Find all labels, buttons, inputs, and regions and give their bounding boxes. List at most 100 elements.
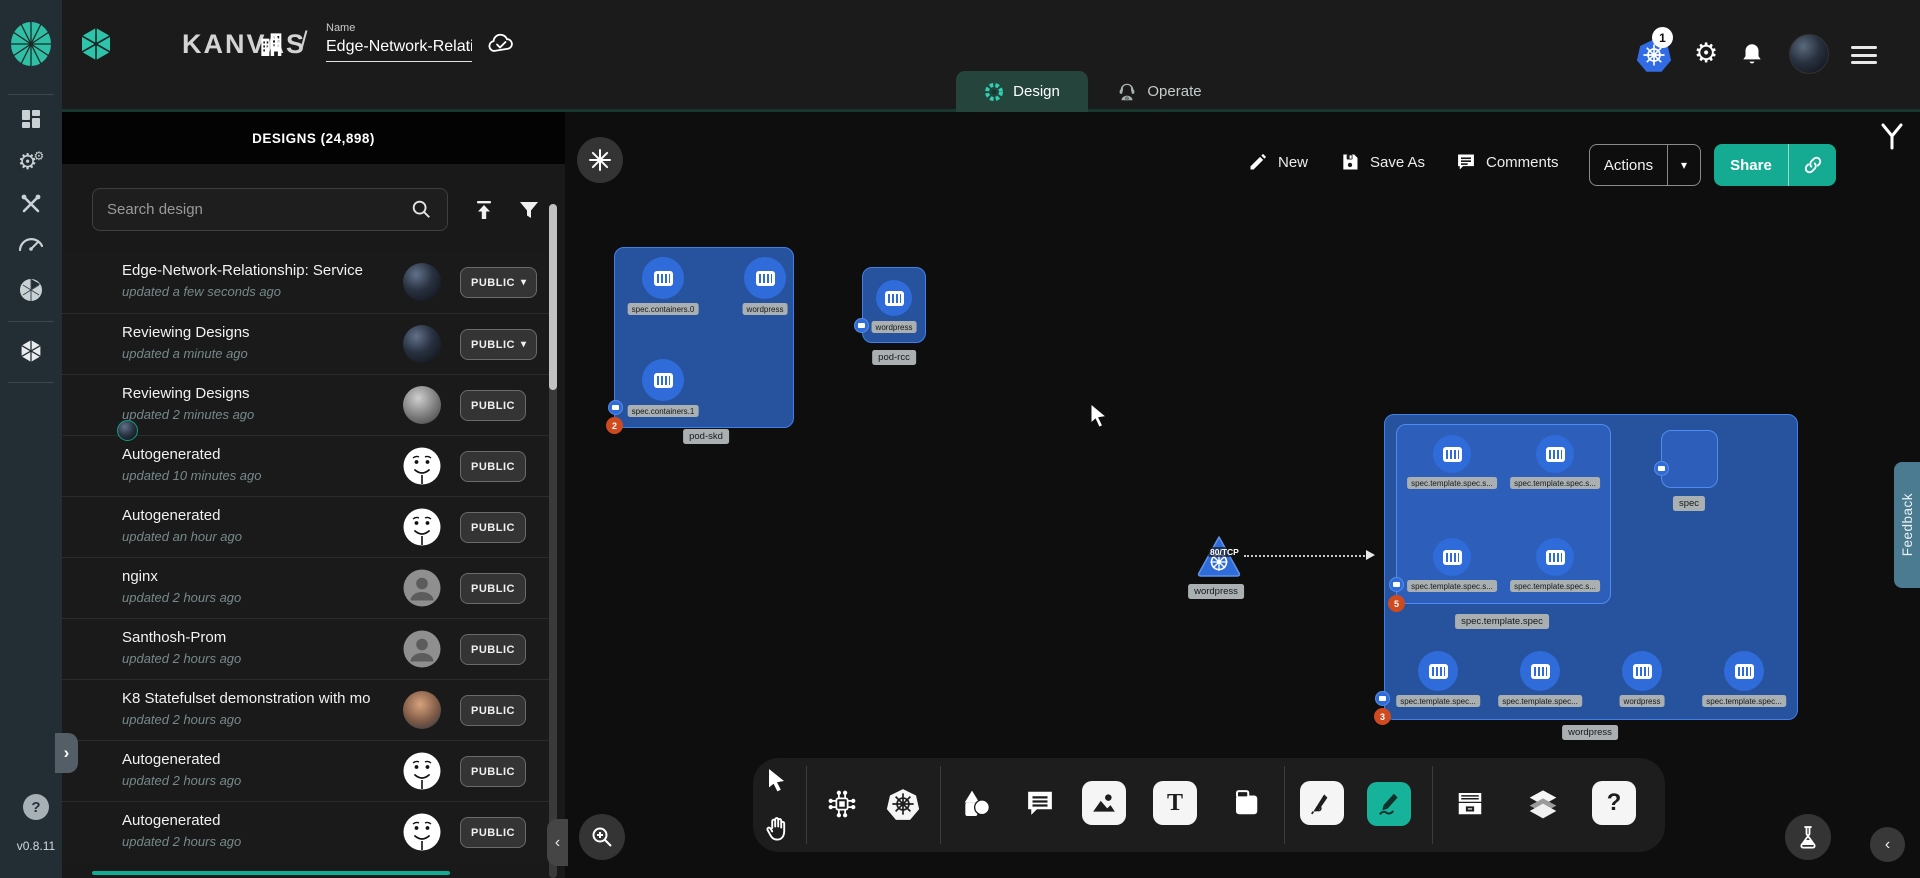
design-list-item[interactable]: Edge-Network-Relationship: Service updat… — [62, 252, 557, 313]
design-updated-timestamp: updated an hour ago — [122, 529, 242, 544]
design-visibility-badge[interactable]: PUBLIC — [460, 634, 526, 665]
scrollbar-thumb[interactable] — [549, 204, 557, 390]
freehand-draw-tool-active[interactable] — [1367, 782, 1411, 826]
visibility-label: PUBLIC — [471, 461, 515, 473]
design-list-item[interactable]: Santhosh-Prom updated 2 hours ago PUBLIC — [62, 618, 557, 679]
error-count-badge[interactable]: 2 — [606, 417, 623, 434]
design-visibility-badge[interactable]: PUBLIC ▾ — [460, 329, 537, 360]
sidebar-item-lifecycle[interactable]: ⚙⚙ — [18, 149, 44, 175]
service-label: wordpress — [1188, 584, 1244, 599]
tab-operate[interactable]: Operate — [1094, 71, 1224, 112]
layers-tool[interactable] — [1521, 781, 1565, 825]
node-pod-rcc[interactable]: wordpress — [862, 267, 926, 343]
design-visibility-badge[interactable]: PUBLIC — [460, 817, 526, 848]
select-tool[interactable] — [763, 766, 791, 796]
components-tool[interactable] — [820, 782, 864, 826]
container-node[interactable] — [1433, 538, 1471, 576]
organization-icon[interactable] — [256, 28, 288, 65]
sidebar-item-kanvas[interactable] — [18, 338, 44, 364]
design-list-item[interactable]: nginx updated 2 hours ago PUBLIC — [62, 557, 557, 618]
shapes-tool[interactable] — [954, 782, 998, 826]
save-as-button[interactable]: Save As — [1340, 152, 1425, 172]
design-list-item[interactable]: Autogenerated updated an hour ago PUBLIC — [62, 496, 557, 557]
design-visibility-badge[interactable]: PUBLIC — [460, 573, 526, 604]
sidebar-item-extensions[interactable] — [18, 277, 44, 303]
drawer-tool[interactable] — [1448, 781, 1492, 825]
container-node[interactable] — [1536, 435, 1574, 473]
container-node[interactable] — [1433, 435, 1471, 473]
container-node[interactable] — [1724, 651, 1764, 691]
feedback-label: Feedback — [1900, 493, 1915, 556]
actions-caret-icon[interactable]: ▾ — [1668, 158, 1700, 172]
container-node[interactable] — [1536, 538, 1574, 576]
zoom-button[interactable] — [579, 814, 625, 860]
dock-collapse-button[interactable]: ‹ — [1870, 827, 1905, 862]
tab-design[interactable]: Design — [956, 71, 1088, 112]
kubernetes-tool[interactable] — [881, 782, 925, 826]
feedback-button[interactable]: Feedback — [1894, 462, 1920, 588]
design-list-item[interactable]: Autogenerated updated 2 hours ago PUBLIC — [62, 740, 557, 801]
note-tool[interactable] — [1224, 781, 1268, 825]
meshery-kanvas-logo[interactable] — [9, 20, 53, 73]
container-node[interactable] — [1520, 651, 1560, 691]
node-service-wordpress[interactable] — [1195, 533, 1243, 584]
design-visibility-badge[interactable]: PUBLIC ▾ — [460, 267, 537, 298]
node-spec[interactable] — [1661, 430, 1718, 488]
help-tool[interactable]: ? — [1592, 781, 1636, 825]
design-visibility-badge[interactable]: PUBLIC — [460, 695, 526, 726]
validator-dock-button[interactable] — [1879, 122, 1905, 157]
text-tool[interactable]: T — [1153, 781, 1197, 825]
filter-button[interactable] — [516, 197, 542, 223]
import-design-button[interactable] — [471, 197, 497, 223]
comment-tool[interactable] — [1018, 781, 1062, 825]
node-spec-template-spec[interactable]: spec.template.spec.s... spec.template.sp… — [1396, 424, 1611, 604]
sidebar-item-dashboard[interactable] — [18, 106, 44, 132]
image-tool[interactable] — [1082, 781, 1126, 825]
design-visibility-badge[interactable]: PUBLIC — [460, 390, 526, 421]
visibility-label: PUBLIC — [471, 705, 515, 717]
visibility-label: PUBLIC — [471, 277, 515, 289]
design-list-item[interactable]: K8 Statefulset demonstration with mo upd… — [62, 679, 557, 740]
design-visibility-badge[interactable]: PUBLIC — [460, 512, 526, 543]
edge-draw-tool[interactable] — [1300, 781, 1344, 825]
copy-link-button[interactable] — [1789, 155, 1836, 175]
kubernetes-badge-icon — [1389, 577, 1404, 592]
error-count-badge[interactable]: 3 — [1374, 708, 1391, 725]
node-pod-skd[interactable]: spec.containers.0 wordpress spec.contain… — [614, 247, 794, 428]
share-split-button[interactable]: Share — [1714, 144, 1836, 186]
pan-tool[interactable] — [763, 814, 791, 844]
deployment-label: wordpress — [1562, 725, 1618, 740]
snowflake-button[interactable] — [577, 137, 623, 183]
container-node[interactable] — [1622, 651, 1662, 691]
design-list-item[interactable]: Reviewing Designs updated a minute ago P… — [62, 313, 557, 374]
node-deployment-wordpress[interactable]: spec.template.spec.s... spec.template.sp… — [1384, 414, 1798, 720]
menu-hamburger-icon[interactable] — [1851, 46, 1877, 64]
panel-collapse-button[interactable]: ‹ — [547, 819, 568, 866]
container-node[interactable] — [642, 359, 684, 401]
help-button[interactable]: ? — [23, 794, 49, 820]
search-input[interactable] — [92, 188, 448, 231]
notifications-bell-icon[interactable] — [1739, 41, 1765, 72]
container-node[interactable] — [744, 257, 786, 299]
container-icon — [654, 373, 673, 388]
design-list-item[interactable]: Autogenerated updated 2 hours ago PUBLIC — [62, 801, 557, 862]
container-node[interactable] — [876, 280, 912, 316]
validate-button[interactable] — [1785, 814, 1831, 860]
container-node[interactable] — [642, 257, 684, 299]
error-count-badge[interactable]: 5 — [1388, 595, 1405, 612]
actions-split-button[interactable]: Actions ▾ — [1589, 144, 1701, 186]
comments-button[interactable]: Comments — [1456, 152, 1559, 172]
user-avatar[interactable] — [1789, 34, 1829, 74]
container-node[interactable] — [1418, 651, 1458, 691]
rail-expand-button[interactable]: › — [55, 733, 78, 773]
design-visibility-badge[interactable]: PUBLIC — [460, 756, 526, 787]
sidebar-item-performance[interactable] — [18, 231, 44, 257]
settings-gear-icon[interactable]: ⚙ — [1694, 38, 1718, 69]
caret-down-icon: ▾ — [521, 339, 527, 350]
edge-port-label: 80/TCP — [1208, 547, 1241, 557]
design-visibility-badge[interactable]: PUBLIC — [460, 451, 526, 482]
design-list-item[interactable]: Autogenerated updated 10 minutes ago PUB… — [62, 435, 557, 496]
new-design-button[interactable]: New — [1248, 152, 1308, 172]
sidebar-item-configuration[interactable] — [18, 191, 44, 217]
design-name-value[interactable]: Edge-Network-Relatio — [326, 38, 472, 56]
